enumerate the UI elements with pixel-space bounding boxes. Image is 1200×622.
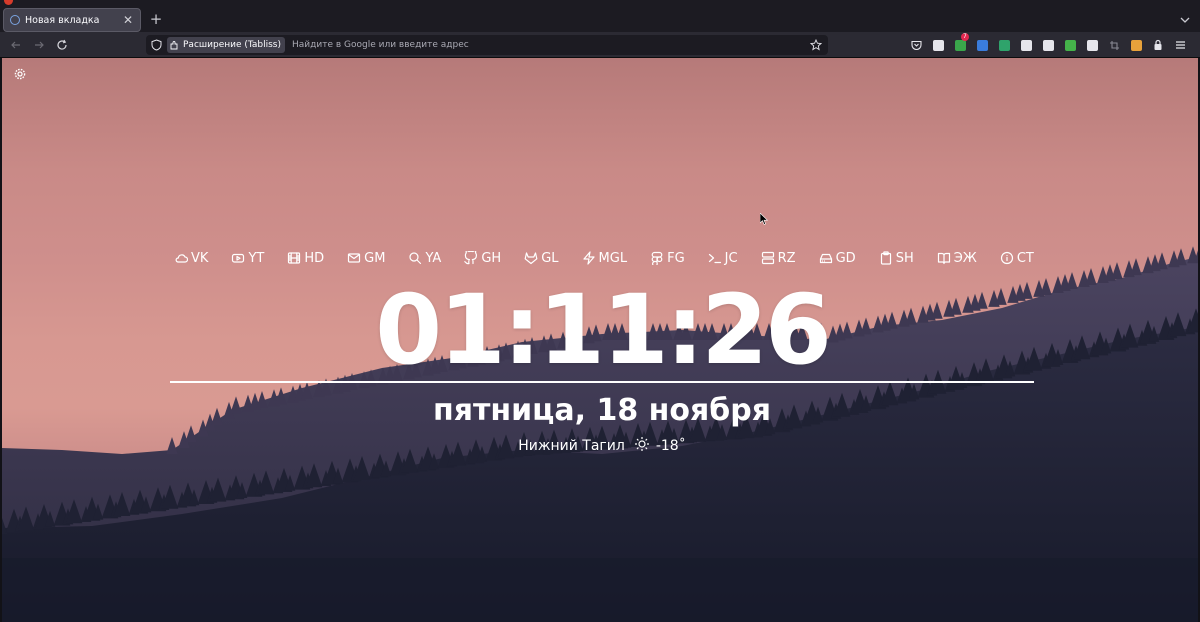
- new-tab-page: VK YT HD GM YA GH GL MGL FG JC RZ GD SH ЭЖ CT 01:11:26…: [0, 58, 1200, 622]
- tab-new-tab[interactable]: Новая вкладка ✕: [3, 8, 141, 32]
- picture-icon[interactable]: [1081, 37, 1103, 53]
- extension-badge: 7: [961, 33, 969, 41]
- tab-title: Новая вкладка: [25, 14, 100, 26]
- date-display: пятница, 18 ноября: [433, 393, 771, 428]
- quick-link-gl[interactable]: GL: [524, 248, 559, 268]
- bookmark-star-icon[interactable]: [807, 36, 825, 54]
- tracking-protection-icon[interactable]: [146, 35, 166, 55]
- clock-display: 01:11:26: [375, 274, 832, 386]
- addon-badge-icon[interactable]: 7: [949, 33, 971, 53]
- clipboard-icon: [880, 251, 891, 265]
- quick-link-ct[interactable]: CT: [1000, 248, 1034, 268]
- quick-link-label: ЭЖ: [953, 250, 977, 266]
- zap-icon: [582, 251, 595, 265]
- sun-icon: [634, 436, 650, 456]
- address-input[interactable]: Найдите в Google или введите адрес: [285, 40, 807, 50]
- book-icon: [937, 252, 950, 265]
- lock-icon[interactable]: [1147, 37, 1169, 53]
- chevron-down-icon[interactable]: [1178, 12, 1192, 26]
- quick-link-label: RZ: [777, 250, 796, 266]
- weather-temperature: -18˚: [655, 438, 686, 454]
- quick-link-label: GM: [364, 250, 386, 266]
- arrow-left-icon: [11, 41, 20, 49]
- quick-link-ya[interactable]: YA: [408, 248, 441, 268]
- reload-icon: [57, 39, 67, 50]
- quick-link-label: MGL: [598, 250, 628, 266]
- reload-button[interactable]: [54, 37, 70, 53]
- pocket-icon[interactable]: [905, 37, 927, 53]
- back-button[interactable]: [8, 37, 24, 53]
- quick-link-gm[interactable]: GM: [347, 248, 385, 268]
- extension-identity-chip[interactable]: Расширение (Tabliss): [167, 37, 285, 53]
- github-icon: [464, 251, 478, 265]
- clock-divider: [170, 381, 1034, 383]
- quick-link-sh[interactable]: SH: [879, 248, 914, 268]
- server-icon: [761, 251, 774, 265]
- puzzle-icon: [170, 41, 178, 50]
- shield-blue-icon[interactable]: [971, 37, 993, 53]
- quick-link-label: VK: [191, 250, 209, 266]
- menu-icon[interactable]: [1169, 37, 1191, 53]
- cloud-icon: [175, 254, 188, 263]
- quick-link-gh[interactable]: GH: [464, 248, 501, 268]
- weather-widget: Нижний Тагил -18˚: [2, 436, 1198, 456]
- quick-link-gd[interactable]: GD: [819, 248, 856, 268]
- bird-icon[interactable]: [1037, 37, 1059, 53]
- quick-link-label: SH: [895, 250, 914, 266]
- card-icon[interactable]: [1015, 37, 1037, 53]
- crop-icon[interactable]: [1103, 37, 1125, 53]
- extension-name-label: Расширение (Tabliss): [183, 40, 281, 50]
- quick-link-эж[interactable]: ЭЖ: [937, 248, 977, 268]
- quick-link-label: HD: [304, 250, 325, 266]
- quick-links-bar: VK YT HD GM YA GH GL MGL FG JC RZ GD SH ЭЖ CT: [174, 248, 1034, 268]
- new-tab-button[interactable]: +: [148, 10, 164, 28]
- quick-link-fg[interactable]: FG: [650, 248, 685, 268]
- quick-link-label: GL: [541, 250, 559, 266]
- figma-icon: [651, 251, 663, 265]
- quick-link-label: YA: [425, 250, 442, 266]
- quick-link-label: FG: [667, 250, 685, 266]
- window-close-dot[interactable]: [4, 0, 13, 5]
- mascot-icon[interactable]: [1125, 37, 1147, 53]
- quick-link-hd[interactable]: HD: [287, 248, 324, 268]
- quick-link-label: CT: [1016, 250, 1034, 266]
- gitlab-icon: [524, 252, 538, 265]
- quick-link-rz[interactable]: RZ: [761, 248, 796, 268]
- quick-link-vk[interactable]: VK: [174, 248, 208, 268]
- mail-icon: [348, 253, 361, 263]
- quick-link-mgl[interactable]: MGL: [582, 248, 628, 268]
- weather-city: Нижний Тагил: [518, 438, 625, 454]
- url-bar[interactable]: Расширение (Tabliss) Найдите в Google ил…: [146, 35, 828, 55]
- quick-link-yt[interactable]: YT: [231, 248, 264, 268]
- mouse-cursor-icon: [760, 213, 768, 225]
- quick-link-label: GH: [481, 250, 502, 266]
- quick-link-label: JC: [724, 250, 738, 266]
- quick-link-jc[interactable]: JC: [708, 248, 738, 268]
- film-icon: [288, 252, 301, 264]
- tab-bar: Новая вкладка ✕ +: [0, 6, 1200, 32]
- hard-drive-icon: [819, 253, 832, 264]
- quick-link-label: GD: [835, 250, 856, 266]
- settings-gear-icon[interactable]: [13, 66, 27, 80]
- toolbar-extensions: 7: [905, 33, 1191, 53]
- shield-green-icon[interactable]: [1059, 37, 1081, 53]
- search-icon: [409, 252, 422, 265]
- youtube-icon: [232, 253, 245, 263]
- navigation-toolbar: Расширение (Tabliss) Найдите в Google ил…: [0, 32, 1200, 58]
- info-icon: [1000, 251, 1013, 265]
- dollar-icon[interactable]: [993, 37, 1015, 53]
- tab-close-button[interactable]: ✕: [122, 14, 134, 26]
- quick-link-label: YT: [248, 250, 265, 266]
- arrow-right-icon: [35, 41, 44, 49]
- firefox-favicon-icon: [10, 15, 20, 25]
- forward-button[interactable]: [31, 37, 47, 53]
- terminal-icon: [708, 253, 721, 264]
- globe-icon[interactable]: [927, 37, 949, 53]
